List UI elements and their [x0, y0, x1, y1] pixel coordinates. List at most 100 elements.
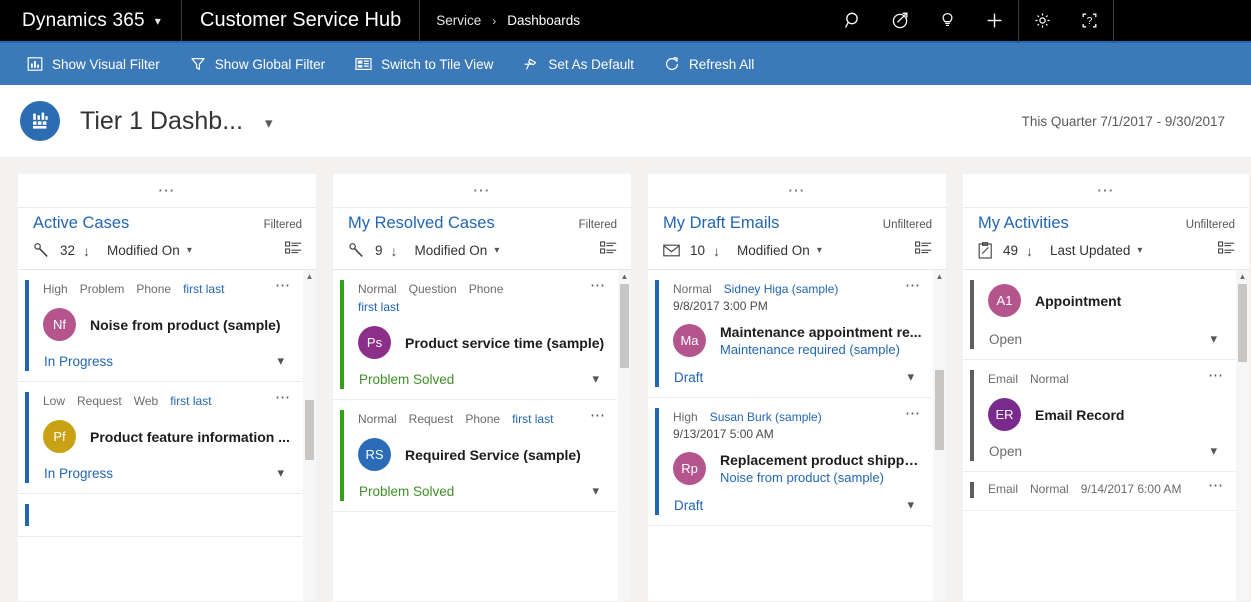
card-sender-link[interactable]: Susan Burk (sample)	[710, 409, 822, 426]
list-view-icon[interactable]	[915, 241, 932, 260]
sort-direction-icon[interactable]: ↓	[1026, 243, 1033, 259]
stream-title[interactable]: My Activities	[978, 214, 1069, 233]
sort-field-label: Modified On	[737, 243, 810, 258]
avatar: RS	[358, 438, 391, 471]
card-overflow-menu-icon[interactable]: ⋯	[267, 281, 292, 291]
funnel-icon	[190, 56, 206, 72]
sort-direction-icon[interactable]: ↓	[83, 243, 90, 259]
card-item[interactable]: Normal Question Phone ⋯ first last Ps Pr…	[333, 270, 617, 400]
stream-overflow-menu-icon[interactable]: ⋯	[648, 174, 946, 207]
card-item[interactable]: Email Normal ⋯ ER Email Record Open ▾	[963, 360, 1235, 472]
status-badge: Open	[989, 444, 1022, 459]
card-contact-link[interactable]: first last	[183, 281, 224, 298]
card-titles: Required Service (sample)	[405, 447, 607, 463]
search-icon[interactable]	[830, 0, 877, 42]
sort-field-selector[interactable]: Modified On ▾	[415, 243, 500, 258]
scrollbar-thumb[interactable]	[1238, 284, 1247, 362]
card-expand-chevron-down-icon[interactable]: ▾	[592, 371, 607, 387]
dynamics-brand-menu[interactable]: Dynamics 365 ▾	[0, 0, 182, 41]
card-overflow-menu-icon[interactable]: ⋯	[897, 281, 922, 291]
switch-to-tile-view-button[interactable]: Switch to Tile View	[340, 43, 508, 85]
card-overflow-menu-icon[interactable]: ⋯	[267, 393, 292, 403]
card-expand-chevron-down-icon[interactable]: ▾	[277, 465, 292, 481]
card-item-partial[interactable]	[18, 494, 302, 537]
card-item[interactable]: Normal Request Phone first last ⋯ RS Req…	[333, 400, 617, 512]
scroll-up-icon[interactable]: ▲	[1236, 270, 1249, 283]
stream-overflow-menu-icon[interactable]: ⋯	[333, 174, 631, 207]
list-view-icon[interactable]	[1218, 241, 1235, 260]
card-title: Email Record	[1035, 407, 1225, 423]
card-expand-chevron-down-icon[interactable]: ▾	[907, 497, 922, 513]
card-item[interactable]: A1 Appointment Open ▾	[963, 270, 1235, 360]
card-overflow-menu-icon[interactable]: ⋯	[582, 411, 607, 421]
stream-my-activities: ⋯ My Activities Unfiltered 49 ↓ Last Upd…	[963, 174, 1249, 601]
card-titles: Replacement product shippe... Noise from…	[720, 452, 922, 485]
set-as-default-button[interactable]: Set As Default	[508, 43, 649, 85]
stream-my-resolved-cases: ⋯ My Resolved Cases Filtered 9 ↓ Modifie…	[333, 174, 631, 601]
stream-scrollbar[interactable]: ▲	[303, 270, 316, 601]
show-global-filter-button[interactable]: Show Global Filter	[175, 43, 340, 85]
scrollbar-thumb[interactable]	[935, 370, 944, 450]
stream-title[interactable]: Active Cases	[33, 214, 129, 233]
breadcrumb-item-service[interactable]: Service	[436, 13, 481, 28]
card-overflow-menu-icon[interactable]: ⋯	[1200, 481, 1225, 491]
gear-icon[interactable]	[1019, 0, 1066, 42]
card-item[interactable]: High Susan Burk (sample) ⋯ 9/13/2017 5:0…	[648, 398, 932, 526]
card-list: High Problem Phone first last ⋯ Nf Noise…	[18, 270, 316, 601]
stream-scrollbar[interactable]: ▲	[618, 270, 631, 601]
list-view-icon[interactable]	[600, 241, 617, 260]
plus-icon[interactable]	[971, 0, 1018, 42]
help-icon[interactable]: ?	[1066, 0, 1113, 42]
card-expand-chevron-down-icon[interactable]: ▾	[1210, 331, 1225, 347]
stream-scrollbar[interactable]: ▲	[933, 270, 946, 601]
sort-field-selector[interactable]: Last Updated ▾	[1050, 243, 1142, 258]
card-sender-link[interactable]: Sidney Higa (sample)	[724, 281, 839, 298]
assistant-icon[interactable]	[877, 0, 924, 42]
lightbulb-icon[interactable]	[924, 0, 971, 42]
card-expand-chevron-down-icon[interactable]: ▾	[277, 353, 292, 369]
card-contact-link[interactable]: first last	[170, 393, 211, 410]
card-type: Request	[77, 393, 122, 410]
stream-title[interactable]: My Resolved Cases	[348, 214, 495, 233]
list-view-icon[interactable]	[285, 241, 302, 260]
refresh-all-button[interactable]: Refresh All	[649, 43, 769, 85]
card-body: High Susan Burk (sample) ⋯ 9/13/2017 5:0…	[659, 398, 932, 525]
card-contact-link[interactable]: first last	[512, 411, 553, 428]
card-contact-link[interactable]: first last	[358, 299, 607, 316]
card-overflow-menu-icon[interactable]: ⋯	[1200, 371, 1225, 381]
scroll-up-icon[interactable]: ▲	[618, 270, 631, 283]
card-item-partial[interactable]: Email Normal 9/14/2017 6:00 AM ⋯	[963, 472, 1235, 511]
sort-field-selector[interactable]: Modified On ▾	[737, 243, 822, 258]
sort-direction-icon[interactable]: ↓	[391, 243, 398, 259]
stream-scrollbar[interactable]: ▲	[1236, 270, 1249, 601]
sort-direction-icon[interactable]: ↓	[713, 243, 720, 259]
scroll-up-icon[interactable]: ▲	[933, 270, 946, 283]
breadcrumb-item-dashboards[interactable]: Dashboards	[507, 13, 580, 28]
card-item[interactable]: Normal Sidney Higa (sample) ⋯ 9/8/2017 3…	[648, 270, 932, 398]
stream-overflow-menu-icon[interactable]: ⋯	[963, 174, 1249, 207]
card-regarding-link[interactable]: Noise from product (sample)	[720, 470, 922, 485]
card-item[interactable]: High Problem Phone first last ⋯ Nf Noise…	[18, 270, 302, 382]
scrollbar-thumb[interactable]	[305, 400, 314, 460]
tiles-icon	[355, 56, 372, 72]
dashboard-selector-chevron-down-icon[interactable]: ▾	[265, 110, 273, 132]
show-visual-filter-button[interactable]: Show Visual Filter	[12, 43, 175, 85]
card-expand-chevron-down-icon[interactable]: ▾	[907, 369, 922, 385]
card-overflow-menu-icon[interactable]: ⋯	[897, 409, 922, 419]
card-overflow-menu-icon[interactable]: ⋯	[582, 281, 607, 291]
stream-header: My Activities Unfiltered	[963, 207, 1249, 233]
chevron-down-icon: ▾	[187, 245, 192, 256]
card-origin: Phone	[136, 281, 171, 298]
card-regarding-link[interactable]: Maintenance required (sample)	[720, 342, 922, 357]
stream-filter-state: Filtered	[264, 219, 302, 231]
sort-field-selector[interactable]: Modified On ▾	[107, 243, 192, 258]
date-range-label: This Quarter 7/1/2017 - 9/30/2017	[1022, 114, 1225, 129]
scroll-up-icon[interactable]: ▲	[303, 270, 316, 283]
card-item[interactable]: Low Request Web first last ⋯ Pf Product …	[18, 382, 302, 494]
stream-title[interactable]: My Draft Emails	[663, 214, 779, 233]
card-expand-chevron-down-icon[interactable]: ▾	[592, 483, 607, 499]
card-expand-chevron-down-icon[interactable]: ▾	[1210, 443, 1225, 459]
card-priority: Normal	[358, 411, 397, 428]
scrollbar-thumb[interactable]	[620, 284, 629, 368]
stream-overflow-menu-icon[interactable]: ⋯	[18, 174, 316, 207]
